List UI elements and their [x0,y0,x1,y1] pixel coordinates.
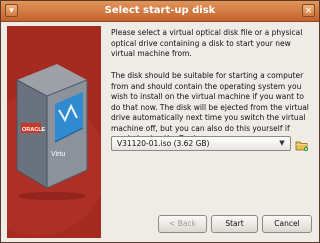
dialog-window: ▾ Select start-up disk × ORACLE Virtu Pl… [0,0,320,243]
oracle-label: ORACLE [22,127,46,133]
virtualbox-artwork: ORACLE Virtu [7,26,101,238]
cancel-button[interactable]: Cancel [262,215,312,233]
disk-selector[interactable]: V31120-01.iso (3.62 GB) ▼ [111,136,291,151]
cube-label: Virtu [51,151,65,158]
disk-selector-value: V31120-01.iso (3.62 GB) [117,139,210,148]
instruction-text: Please select a virtual optical disk fil… [111,28,303,58]
folder-icon[interactable] [295,137,309,152]
dialog-title: Select start-up disk [104,5,216,16]
virtualbox-cube-image: ORACLE Virtu [7,26,101,238]
back-button[interactable]: < Back [158,215,207,233]
disk-info-text: The disk should be suitable for starting… [111,71,309,143]
dropdown-arrow-icon[interactable]: ▼ [276,137,288,150]
close-icon[interactable]: × [302,4,315,17]
title-bar[interactable]: ▾ Select start-up disk × [1,1,319,22]
start-button[interactable]: Start [211,215,258,233]
